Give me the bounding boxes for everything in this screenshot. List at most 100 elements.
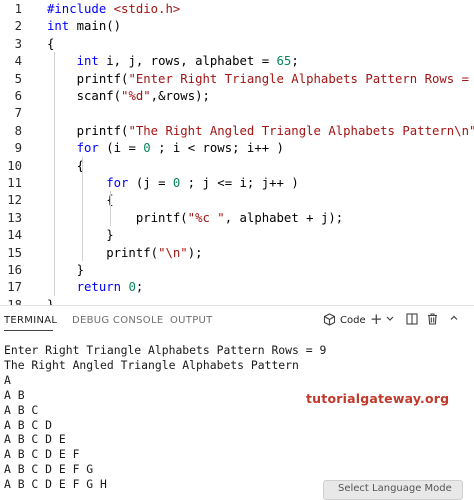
code-text: } (47, 296, 54, 305)
line-number: 14 (7, 228, 22, 243)
code-token: <stdio.h> (113, 2, 181, 16)
code-editor[interactable]: 1 #include <stdio.h> 2 int main() 3{4 int i,… (0, 0, 474, 305)
chevron-up-icon[interactable] (449, 312, 459, 327)
code-text: printf("The Right Angled Triangle Alphab… (47, 122, 474, 140)
split-icon[interactable] (406, 313, 418, 329)
code-text: for (j = 0 ; j <= i; j++ ) (47, 174, 299, 192)
plus-icon[interactable]: + (370, 310, 383, 328)
code-text: int main() (47, 17, 121, 35)
code-token: 65 (276, 54, 292, 69)
tab-output[interactable]: OUTPUT (170, 315, 213, 326)
line-number: 2 (14, 19, 22, 34)
tab-debug-console[interactable]: DEBUG CONSOLE (72, 315, 163, 326)
code-token: i, j, rows, alphabet = (98, 54, 277, 69)
code-token: ; (291, 54, 299, 69)
code-line: 14 } (0, 226, 474, 244)
code-line: 1 #include <stdio.h> (0, 0, 474, 18)
code-token: int (47, 19, 70, 34)
code-text: { (47, 35, 54, 53)
terminal-line: Enter Right Triangle Alphabets Pattern R… (4, 343, 327, 357)
code-text: printf("%c ", alphabet + j); (47, 209, 343, 227)
code-token: , alphabet + j); (224, 210, 344, 225)
panel-tab-bar: TERMINAL DEBUG CONSOLE OUTPUT Code + (0, 306, 474, 336)
code-text: for (i = 0 ; i < rows; i++ ) (47, 139, 284, 157)
code-terminal-icon[interactable] (323, 313, 336, 330)
code-line: 5 printf("Enter Right Triangle Alphabets… (0, 70, 474, 88)
terminal-line: A B C (4, 402, 39, 417)
code-line: 13 printf("%c ", alphabet + j); (0, 209, 474, 227)
code-token: printf( (47, 123, 129, 138)
code-token: { (47, 158, 85, 173)
trash-icon[interactable] (427, 313, 438, 329)
code-text: printf("\n"); (47, 244, 202, 262)
code-token: "%d" (121, 89, 151, 103)
code-text: { (47, 157, 84, 175)
code-line: 7 (0, 104, 474, 122)
terminal-selector-label[interactable]: Code (340, 315, 366, 326)
code-text: } (47, 226, 114, 244)
terminal-line: A B C D E (4, 432, 66, 447)
code-line: 4 int i, j, rows, alphabet = 65; (0, 52, 474, 70)
code-line: 10 { (0, 157, 474, 175)
code-line: 18} (0, 296, 474, 305)
code-token: "%c " (187, 210, 225, 225)
code-token: } (47, 228, 114, 243)
code-token: "\n" (158, 245, 188, 260)
code-token: printf( (47, 71, 129, 86)
code-token: { (47, 36, 55, 51)
terminal-line: A B (4, 387, 25, 402)
code-line: 8 printf("The Right Angled Triangle Alph… (0, 122, 474, 140)
line-number: 18 (7, 297, 22, 305)
line-number: 5 (14, 71, 22, 86)
code-line: 2 int main() (0, 17, 474, 35)
code-token: "Enter Right Triangle Alphabets Pattern … (128, 71, 474, 86)
line-number: 6 (14, 89, 22, 103)
line-number: 15 (7, 245, 22, 260)
code-token: "The Right Angled Triangle Alphabets Pat… (128, 123, 474, 138)
terminal-output[interactable]: Enter Right Triangle Alphabets Pattern R… (0, 336, 474, 491)
line-number: 8 (14, 123, 22, 138)
line-number: 13 (7, 210, 22, 225)
code-text: int i, j, rows, alphabet = 65; (47, 52, 299, 70)
code-line: 3{ (0, 35, 474, 53)
terminal-line: A (4, 372, 11, 387)
code-token: ; (135, 280, 144, 295)
terminal-line: A B C D (4, 417, 53, 432)
code-line: 12 { (0, 191, 474, 209)
code-line: 11 for (j = 0 ; j <= i; j++ ) (0, 174, 474, 192)
code-text: return 0; (47, 278, 144, 296)
chevron-down-icon[interactable] (385, 312, 395, 327)
code-token: 0 (143, 141, 151, 156)
code-text: } (47, 261, 84, 279)
tab-terminal[interactable]: TERMINAL (4, 315, 57, 326)
code-token: ; i < rows; i++ ) (150, 141, 284, 156)
code-token: ,&rows); (150, 89, 210, 103)
language-mode-tooltip[interactable]: Select Language Mode (323, 480, 463, 500)
terminal-line: The Right Angled Triangle Alphabets Patt… (4, 357, 299, 372)
line-number: 1 (14, 2, 22, 16)
code-line: 6 scanf("%d",&rows); (0, 87, 474, 105)
line-number: 3 (14, 36, 22, 51)
code-token: } (47, 297, 55, 305)
indent-guide (110, 191, 111, 227)
watermark-logo: tutorialgateway.org (306, 391, 450, 406)
code-line: 9 for (i = 0 ; i < rows; i++ ) (0, 139, 474, 157)
indent-guide (82, 156, 83, 261)
code-token: main() (69, 19, 122, 34)
code-line: 17 return 0; (0, 278, 474, 296)
code-token: ; j <= i; j++ ) (180, 176, 299, 190)
line-number: 16 (7, 263, 22, 277)
line-number: 11 (7, 176, 22, 190)
code-token: printf( (47, 245, 159, 260)
code-token: { (47, 193, 114, 208)
code-token: scanf( (47, 89, 122, 103)
code-token: for (106, 176, 129, 190)
code-text: scanf("%d",&rows); (47, 87, 210, 105)
code-token: int (76, 54, 99, 69)
code-token: return (76, 280, 122, 295)
code-text: { (47, 191, 114, 209)
